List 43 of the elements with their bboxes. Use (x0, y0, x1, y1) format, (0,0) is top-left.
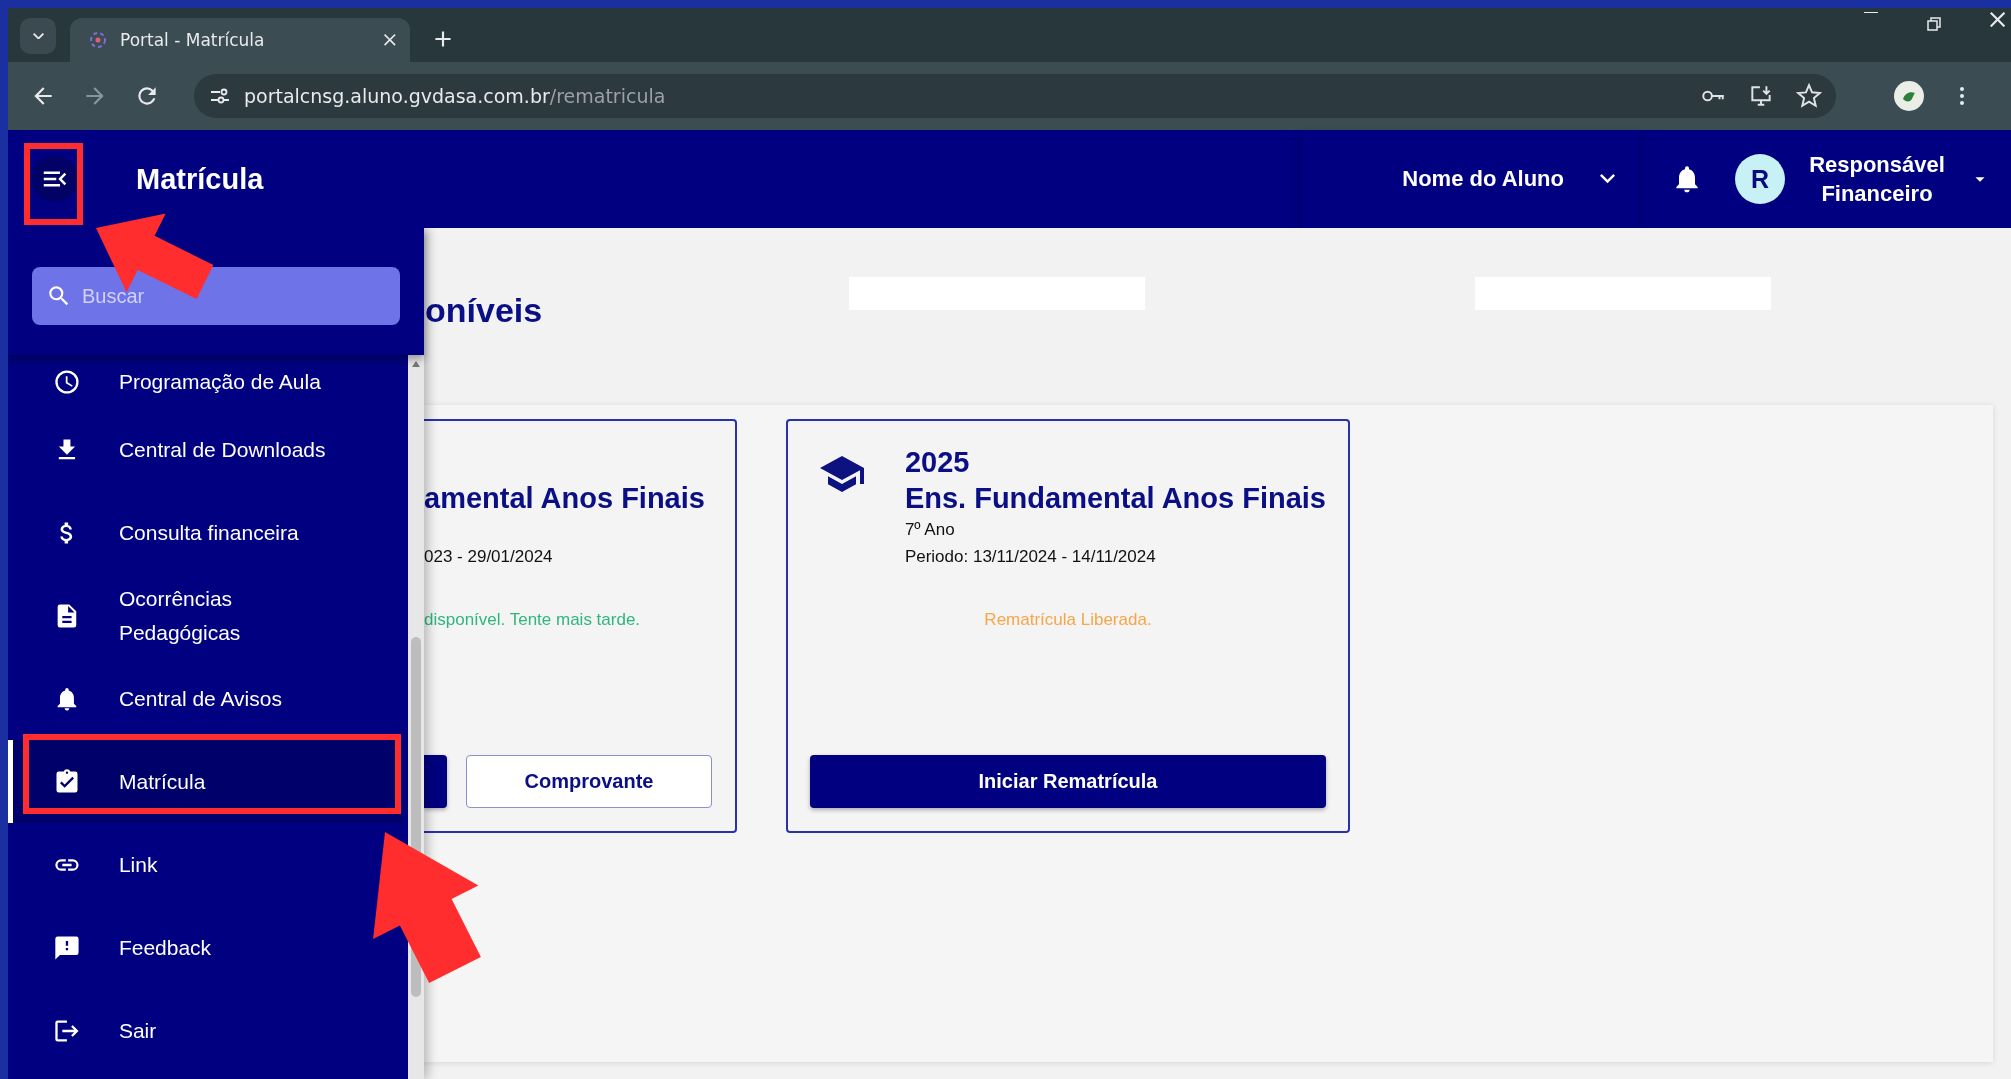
card-title: amental Anos Finais (424, 481, 705, 516)
page-title: Matrícula (136, 162, 265, 196)
card-grade: 7º Ano (904, 519, 956, 541)
chevron-down-icon (32, 32, 44, 40)
student-selector[interactable]: Nome do Aluno (1302, 130, 1639, 228)
speech-bubble-icon (53, 933, 81, 962)
close-icon (1989, 12, 2005, 28)
close-icon (384, 34, 396, 46)
primary-button[interactable]: Iniciar Rematrícula (810, 755, 1326, 808)
close-tab-button[interactable] (384, 34, 396, 46)
section-heading: oníveis (425, 290, 544, 330)
menu-button[interactable] (32, 156, 78, 202)
browser-tab[interactable]: Portal - Matrícula (70, 18, 410, 62)
scroll-up-icon[interactable] (412, 361, 420, 367)
profile-avatar[interactable] (1894, 81, 1924, 111)
clock-icon (53, 367, 81, 396)
install-icon[interactable] (1748, 83, 1774, 109)
sidebar-item[interactable]: Central de Downloads (8, 408, 348, 491)
sidebar-item[interactable]: Programação de Aula (8, 355, 348, 408)
sidebar-item[interactable]: Feedback (8, 906, 348, 989)
url-text: portalcnsg.aluno.gvdasa.com.br/rematricula (244, 85, 667, 107)
star-icon[interactable] (1796, 83, 1822, 109)
card-period: Periodo: 13/11/2024 - 14/11/2024 (904, 546, 1157, 568)
minimize-icon (1863, 12, 1878, 14)
user-avatar[interactable]: R (1735, 154, 1785, 204)
status-message: Rematrícula Liberada. (983, 610, 1153, 630)
card-period: 023 - 29/01/2024 (424, 546, 554, 568)
favicon-icon (88, 30, 108, 50)
sidebar-item[interactable]: Link (8, 823, 348, 906)
sidebar-item[interactable]: Ocorrências Pedagógicas (8, 574, 348, 657)
outline-button[interactable]: Comprovante (466, 755, 712, 808)
card-title: Ens. Fundamental Anos Finais (904, 481, 1326, 516)
search-field[interactable]: Buscar (32, 267, 400, 325)
tab-search-button[interactable] (20, 18, 56, 54)
sidebar-item[interactable]: Consulta financeira (8, 491, 348, 574)
chevron-down-icon (1600, 174, 1615, 184)
address-bar[interactable]: portalcnsg.aluno.gvdasa.com.br/rematricula (194, 74, 1836, 118)
sidebar-item[interactable]: Central de Avisos (8, 657, 348, 740)
sidebar-item[interactable]: Sair (8, 989, 348, 1072)
user-role[interactable]: Responsável Financeiro (1797, 150, 1957, 208)
status-message: disponível. Tente mais tarde. (424, 610, 642, 630)
sidebar-item[interactable]: Matrícula (8, 740, 403, 823)
card-year: 2025 (904, 445, 971, 480)
